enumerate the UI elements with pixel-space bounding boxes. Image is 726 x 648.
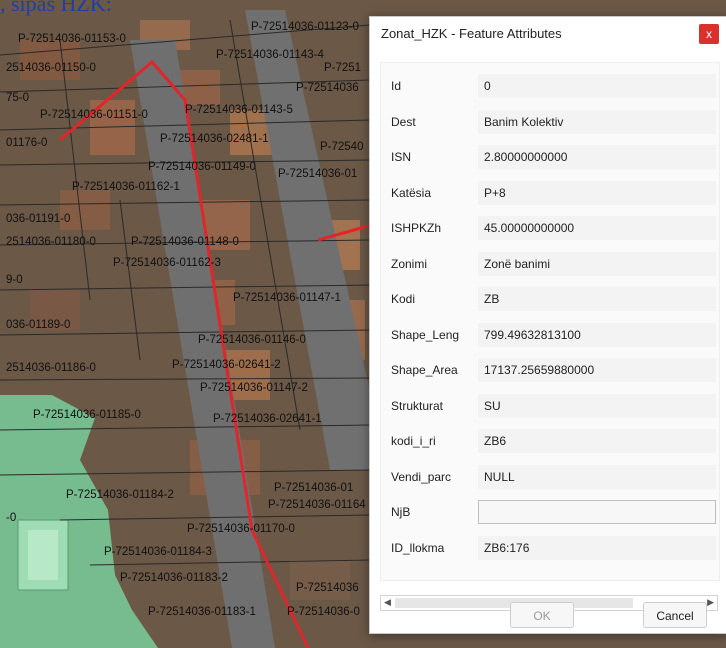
attribute-label: Shape_Leng: [391, 327, 460, 342]
parcel-label: P-72514036-01184-2: [66, 489, 174, 501]
parcel-label: P-72514036-01162-1: [72, 181, 180, 193]
parcel-label: P-72514036: [296, 82, 359, 94]
attribute-row: ISHPKZh 45.00000000000: [381, 216, 719, 240]
attribute-label: Zonimi: [391, 256, 428, 271]
parcel-label: 036-01189-0: [6, 319, 70, 331]
parcel-label: P-72514036-02641-1: [213, 413, 322, 425]
parcel-label: P-72514036-01123-0: [251, 21, 359, 33]
parcel-label: P-72514036-01153-0: [18, 33, 126, 45]
dialog-title: Zonat_HZK - Feature Attributes: [381, 26, 562, 41]
attribute-label: Strukturat: [391, 398, 444, 413]
dialog-titlebar[interactable]: Zonat_HZK - Feature Attributes x: [370, 17, 726, 50]
parcel-label: P-72514036-01143-4: [216, 49, 324, 61]
attribute-label: Vendi_parc: [391, 469, 452, 484]
attribute-value-field[interactable]: NULL: [478, 464, 716, 489]
attribute-label: Shape_Area: [391, 363, 458, 377]
attribute-value-field[interactable]: 45.00000000000: [478, 216, 716, 240]
building: [28, 530, 58, 580]
parcel-label: P-72514036-01147-1: [233, 292, 341, 304]
attribute-label: Id: [391, 79, 402, 93]
parcel-label: P-72514036-01147-2: [200, 382, 308, 394]
attribute-value-field[interactable]: [478, 500, 716, 524]
attribute-row: Vendi_parc NULL: [381, 464, 719, 489]
attribute-row: Shape_Leng 799.49632813100: [381, 322, 719, 347]
attribute-label: ISN: [391, 150, 412, 164]
parcel-label: P-72514036-01: [274, 482, 353, 494]
attribute-row: Dest Banim Kolektiv: [381, 109, 719, 134]
attribute-form: Id 0 Dest Banim Kolektiv ISN 2.80000000000 Kat…: [380, 62, 720, 581]
attribute-label: kodi_i_ri: [391, 434, 436, 448]
attribute-value-field[interactable]: Banim Kolektiv: [478, 109, 716, 134]
cancel-button[interactable]: Cancel: [643, 602, 707, 628]
attribute-value-field[interactable]: P+8: [478, 180, 716, 205]
ok-button[interactable]: OK: [510, 602, 574, 628]
parcel-label: P-72514036-01170-0: [187, 523, 295, 535]
attribute-value-field[interactable]: 2.80000000000: [478, 145, 716, 169]
attribute-label: ID_llokma: [391, 540, 445, 555]
parcel-label: P-7251: [324, 62, 361, 74]
parcel-label: P-72514036-01148-0: [131, 236, 239, 248]
parcel-label: P-72514036-02641-2: [172, 359, 281, 371]
parcel-label: P-72514036-01: [278, 168, 357, 180]
parcel-label: P-72514036-01151-0: [40, 109, 148, 121]
attribute-row: NjB: [381, 500, 719, 524]
parcel-label: P-72514036-02481-1: [160, 133, 269, 145]
parcel-label: P-72514036-01185-0: [33, 409, 141, 421]
parcel-label: P-72514036-0: [287, 606, 360, 618]
attribute-row: Id 0: [381, 74, 719, 98]
attribute-label: NjB: [391, 505, 411, 519]
attribute-value-field[interactable]: ZB6:176: [478, 535, 716, 560]
attribute-label: ISHPKZh: [391, 221, 442, 235]
attribute-row: Kodi ZB: [381, 287, 719, 311]
parcel-label: 2514036-01180-0: [6, 236, 96, 248]
close-button[interactable]: x: [699, 23, 719, 44]
parcel-label: 9-0: [6, 274, 23, 286]
attribute-label: Dest: [391, 114, 416, 129]
attribute-row: Shape_Area 17137.25659880000: [381, 358, 719, 382]
parcel-label: P-72514036-01164: [268, 499, 366, 511]
attribute-value-field[interactable]: 0: [478, 74, 716, 98]
attribute-value-field[interactable]: 799.49632813100: [478, 322, 716, 347]
attribute-value-field[interactable]: Zonë banimi: [478, 251, 716, 276]
attribute-label: Kodi: [391, 292, 416, 306]
parcel-label: P-72514036-01183-2: [120, 572, 228, 584]
attribute-value-field[interactable]: ZB: [478, 287, 716, 311]
attribute-row: Zonimi Zonë banimi: [381, 251, 719, 276]
scroll-left-icon[interactable]: ◀: [384, 597, 391, 608]
attribute-row: ID_llokma ZB6:176: [381, 535, 719, 560]
parcel-label: P-72514036-01149-0: [148, 161, 256, 173]
attribute-value-field[interactable]: ZB6: [478, 429, 716, 453]
attribute-row: ISN 2.80000000000: [381, 145, 719, 169]
attribute-row: kodi_i_ri ZB6: [381, 429, 719, 453]
parcel-label: P-72514036: [296, 582, 359, 594]
page-caption: , sipas HZK:: [0, 0, 112, 16]
attribute-value-field[interactable]: 17137.25659880000: [478, 358, 716, 382]
parcel-label: -0: [6, 512, 16, 524]
scroll-right-icon[interactable]: ▶: [707, 597, 714, 608]
parcel-label: P-72514036-01143-5: [185, 104, 293, 116]
parcel-label: P-72540: [320, 141, 363, 153]
attribute-row: Katësia P+8: [381, 180, 719, 205]
parcel-label: 01176-0: [6, 137, 47, 149]
parcel-label: 036-01191-0: [6, 213, 70, 225]
parcel-label: P-72514036-01162-3: [113, 257, 221, 269]
attribute-label: Katësia: [391, 185, 432, 200]
attribute-row: Strukturat SU: [381, 393, 719, 418]
parcel-label: P-72514036-01146-0: [198, 334, 306, 346]
parcel-label: 2514036-01150-0: [6, 62, 96, 74]
parcel-label: 75-0: [6, 92, 29, 104]
parcel-label: P-72514036-01184-3: [104, 546, 212, 558]
parcel-label: P-72514036-01183-1: [148, 606, 256, 618]
attribute-value-field[interactable]: SU: [478, 393, 716, 418]
parcel-label: 2514036-01186-0: [6, 362, 96, 374]
feature-attributes-dialog: Zonat_HZK - Feature Attributes x Id 0 Dest…: [369, 16, 726, 634]
